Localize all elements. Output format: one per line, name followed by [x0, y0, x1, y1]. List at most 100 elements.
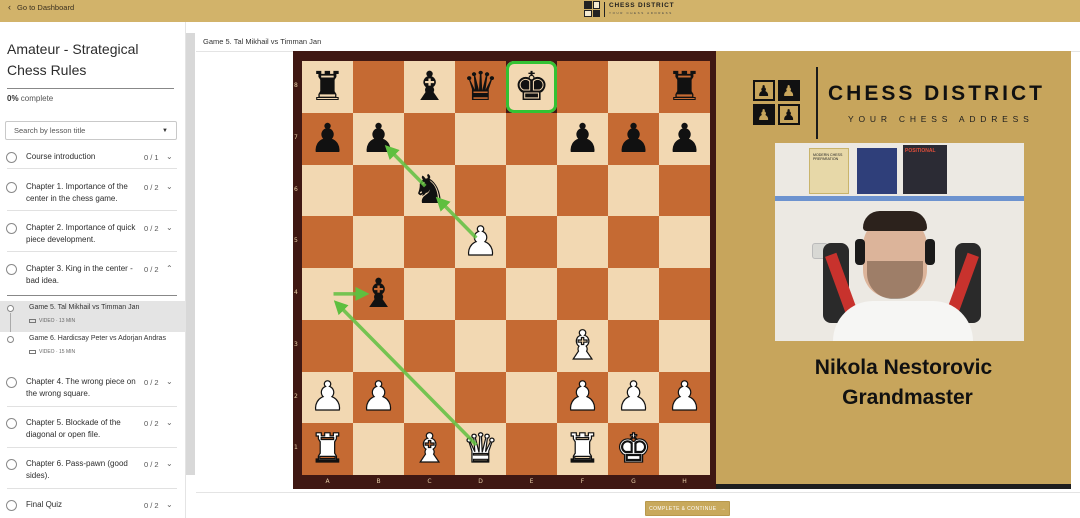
chevron-down-icon[interactable]: ⌄	[166, 459, 173, 468]
white-king-icon[interactable]: ♚	[615, 429, 652, 470]
square-h8[interactable]: ♜	[659, 61, 710, 113]
black-knight-icon[interactable]: ♞	[412, 170, 448, 210]
video-player[interactable]: ♟ ♟ ♟ ♟ CHESS DISTRICT YOUR CHESS ADDRES…	[716, 51, 1071, 484]
chevron-down-icon[interactable]: ⌄	[166, 182, 173, 191]
square-f1[interactable]: ♜ F	[557, 423, 608, 485]
square-e2[interactable]	[506, 371, 557, 424]
white-pawn-icon[interactable]: ♟	[360, 377, 397, 418]
square-h6[interactable]	[659, 164, 710, 217]
white-bishop-icon[interactable]: ♝	[411, 429, 448, 470]
square-h1[interactable]: H	[659, 423, 710, 485]
square-d7[interactable]	[455, 112, 506, 165]
square-h4[interactable]	[659, 268, 710, 320]
chevron-down-icon[interactable]: ⌄	[166, 418, 173, 427]
sub-lesson-game-5[interactable]: Game 5. Tal Mikhail vs Timman Jan VIDEO …	[0, 301, 186, 332]
square-g5[interactable]	[608, 216, 659, 268]
square-a2[interactable]: ♟ 2	[294, 371, 353, 424]
square-c8[interactable]: ♝	[404, 61, 455, 113]
square-b2[interactable]: ♟	[353, 371, 404, 424]
square-c4[interactable]	[404, 268, 455, 320]
black-pawn-icon[interactable]: ♟	[565, 119, 601, 159]
white-rook-icon[interactable]: ♜	[564, 429, 601, 470]
square-d2[interactable]	[455, 371, 506, 424]
go-to-dashboard-link[interactable]: ‹ Go to Dashboard	[8, 3, 74, 13]
white-bishop-icon[interactable]: ♝	[564, 325, 601, 366]
black-queen-icon[interactable]: ♛	[463, 67, 499, 107]
square-c7[interactable]	[404, 112, 455, 165]
black-pawn-icon[interactable]: ♟	[667, 119, 703, 159]
square-c5[interactable]	[404, 216, 455, 268]
square-b3[interactable]	[353, 319, 404, 372]
square-a1[interactable]: ♜ 1 A	[294, 423, 353, 485]
sidebar-scrollbar[interactable]	[186, 33, 195, 475]
square-h3[interactable]	[659, 319, 710, 372]
square-b7[interactable]: ♟	[353, 112, 404, 165]
square-d3[interactable]	[455, 319, 506, 372]
white-rook-icon[interactable]: ♜	[309, 429, 346, 470]
square-g1[interactable]: ♚ G	[608, 423, 659, 485]
sub-lesson-game-6[interactable]: Game 6. Hardicsay Peter vs Adorjan Andra…	[0, 332, 186, 363]
black-rook-icon[interactable]: ♜	[667, 67, 703, 107]
square-c3[interactable]	[404, 319, 455, 372]
chevron-down-icon[interactable]: ⌄	[166, 223, 173, 232]
square-h5[interactable]	[659, 216, 710, 268]
square-e3[interactable]	[506, 319, 557, 372]
white-queen-icon[interactable]: ♛	[462, 429, 499, 470]
white-pawn-icon[interactable]: ♟	[564, 377, 601, 418]
square-b1[interactable]: B	[353, 423, 404, 485]
complete-and-continue-button[interactable]: COMPLETE & CONTINUE →	[645, 501, 730, 516]
chevron-down-icon[interactable]: ⌄	[166, 377, 173, 386]
square-a7[interactable]: ♟ 7	[294, 112, 353, 165]
black-king-icon[interactable]: ♚	[514, 67, 550, 107]
black-bishop-icon[interactable]: ♝	[412, 67, 448, 107]
square-b5[interactable]	[353, 216, 404, 268]
white-pawn-icon[interactable]: ♟	[309, 377, 346, 418]
square-a4[interactable]: 4	[294, 268, 353, 320]
black-pawn-icon[interactable]: ♟	[310, 119, 346, 159]
square-g7[interactable]: ♟	[608, 112, 659, 165]
lesson-search-dropdown[interactable]: Search by lesson title ▼	[5, 121, 177, 140]
square-f3[interactable]: ♝	[557, 319, 608, 372]
square-e8[interactable]: ♚	[506, 61, 557, 113]
square-f5[interactable]	[557, 216, 608, 268]
square-e5[interactable]	[506, 216, 557, 268]
square-h7[interactable]: ♟	[659, 112, 710, 165]
chevron-down-icon[interactable]: ⌄	[166, 500, 173, 509]
square-d5[interactable]: ♟	[455, 216, 506, 268]
square-g6[interactable]	[608, 164, 659, 217]
square-f4[interactable]	[557, 268, 608, 320]
square-e4[interactable]	[506, 268, 557, 320]
square-b8[interactable]	[353, 61, 404, 113]
square-f6[interactable]	[557, 164, 608, 217]
black-rook-icon[interactable]: ♜	[310, 67, 346, 107]
square-f7[interactable]: ♟	[557, 112, 608, 165]
square-f8[interactable]	[557, 61, 608, 113]
chevron-up-icon[interactable]: ⌃	[166, 264, 173, 273]
square-a5[interactable]: 5	[294, 216, 353, 268]
square-b4[interactable]: ♝	[353, 268, 404, 320]
square-d4[interactable]	[455, 268, 506, 320]
square-d6[interactable]	[455, 164, 506, 217]
brand-logo[interactable]: CHESS DISTRICT YOUR CHESS ADDRESS	[584, 1, 674, 17]
square-g3[interactable]	[608, 319, 659, 372]
square-f2[interactable]: ♟	[557, 371, 608, 424]
square-h2[interactable]: ♟	[659, 371, 710, 424]
black-bishop-icon[interactable]: ♝	[361, 274, 397, 314]
square-c2[interactable]	[404, 371, 455, 424]
square-a8[interactable]: ♜ 8	[294, 61, 353, 113]
square-c1[interactable]: ♝ C	[404, 423, 455, 485]
chevron-down-icon[interactable]: ⌄	[166, 152, 173, 161]
white-pawn-icon[interactable]: ♟	[462, 222, 499, 263]
white-pawn-icon[interactable]: ♟	[666, 377, 703, 418]
black-pawn-icon[interactable]: ♟	[361, 119, 397, 159]
black-pawn-icon[interactable]: ♟	[616, 119, 652, 159]
square-c6[interactable]: ♞	[404, 164, 455, 217]
square-e1[interactable]: E	[506, 423, 557, 485]
square-g4[interactable]	[608, 268, 659, 320]
square-e6[interactable]	[506, 164, 557, 217]
square-a3[interactable]: 3	[294, 319, 353, 372]
video-progress-track[interactable]	[716, 484, 1071, 489]
square-b6[interactable]	[353, 164, 404, 217]
square-g8[interactable]	[608, 61, 659, 113]
square-d8[interactable]: ♛	[455, 61, 506, 113]
